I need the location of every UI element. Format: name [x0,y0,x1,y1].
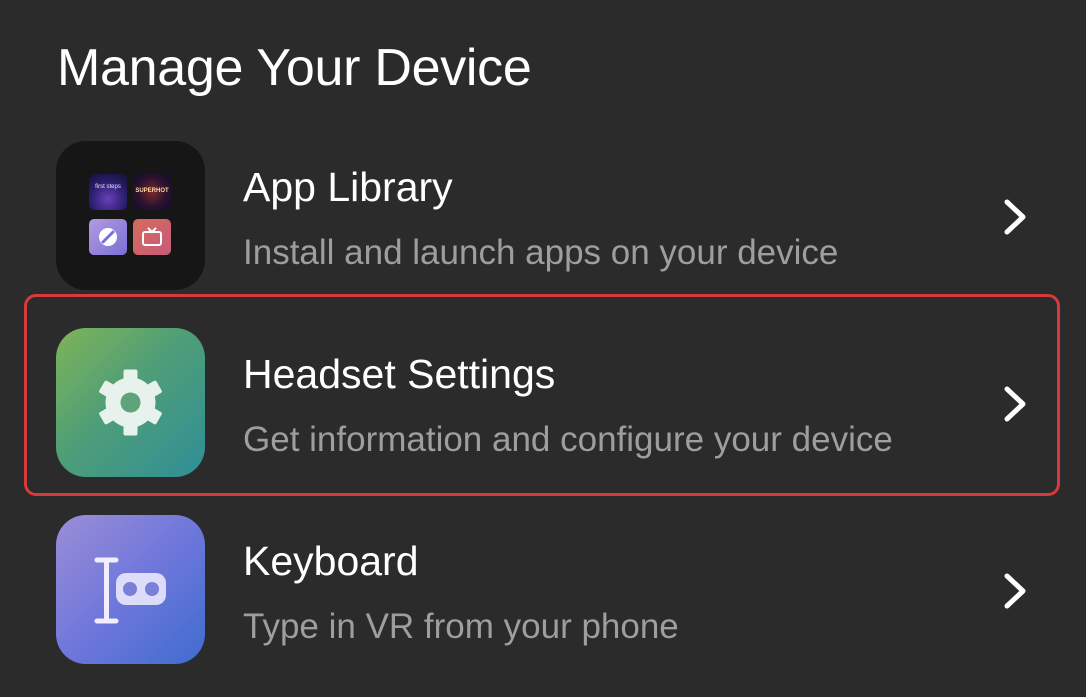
menu-item-subtitle: Get information and configure your devic… [243,420,893,459]
app-thumbnail-first-steps: first steps [89,174,127,210]
chevron-right-icon [1004,199,1026,235]
manage-device-screen: Manage Your Device first steps SUPERHOT [0,0,1086,697]
app-thumbnail-rocket [89,219,127,255]
menu-item-title: Keyboard [243,538,419,584]
headset-settings-tile [56,328,205,477]
chevron-right-icon [1004,386,1026,422]
menu-item-subtitle: Type in VR from your phone [243,607,679,646]
menu-item-subtitle: Install and launch apps on your device [243,233,839,272]
app-library-icon: first steps SUPERHOT [56,141,205,290]
gear-icon [99,369,162,436]
page-title: Manage Your Device [57,39,532,97]
menu-item-title: App Library [243,164,453,210]
menu-item-keyboard[interactable]: Keyboard Type in VR from your phone [0,515,1086,665]
keyboard-vr-icon [94,557,166,624]
app-thumbnail-tv [133,219,171,255]
menu-item-title: Headset Settings [243,351,556,397]
keyboard-tile [56,515,205,664]
menu-item-app-library[interactable]: first steps SUPERHOT App Library Install… [0,141,1086,291]
menu-item-headset-settings[interactable]: Headset Settings Get information and con… [0,328,1086,478]
chevron-right-icon [1004,573,1026,609]
app-thumbnail-superhot: SUPERHOT [133,174,171,210]
